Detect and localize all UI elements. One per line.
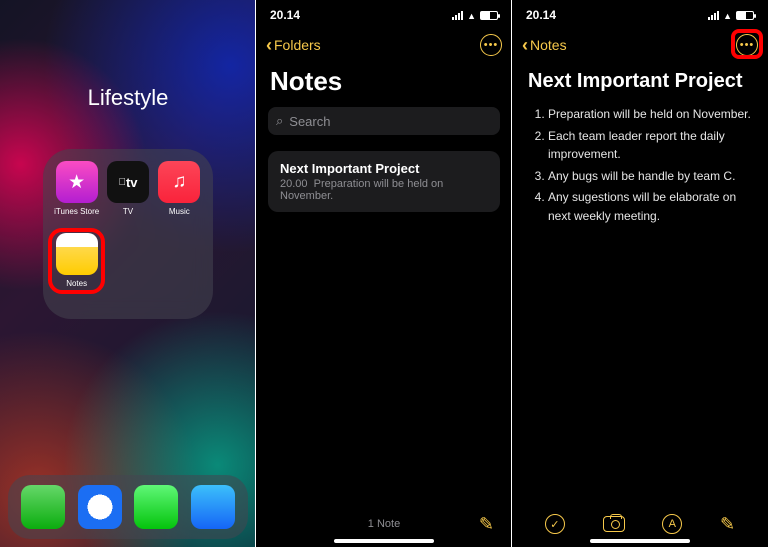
check-icon: ✓ — [550, 518, 559, 531]
app-itunes-store[interactable]: ★ iTunes Store — [53, 161, 100, 231]
battery-icon — [736, 11, 754, 20]
app-notes[interactable]: Notes — [53, 233, 100, 303]
app-label: TV — [123, 207, 133, 216]
dock — [8, 475, 248, 539]
folder-title: Lifestyle — [88, 85, 169, 111]
back-button[interactable]: ‹ Notes — [522, 36, 567, 54]
folder-container: ★ iTunes Store tv TV ♫ Music Notes — [43, 149, 213, 319]
note-list-item[interactable]: Next Important Project 20.00 Preparation… — [268, 151, 500, 212]
note-count: 1 Note — [368, 518, 400, 530]
markup-button[interactable]: A — [662, 514, 682, 534]
status-bar: 20.14 — [512, 0, 768, 30]
note-title: Next Important Project — [512, 60, 768, 105]
status-indicators — [452, 8, 498, 22]
safari-icon[interactable] — [78, 485, 122, 529]
messages-icon[interactable] — [134, 485, 178, 529]
back-button[interactable]: ‹ Folders — [266, 36, 321, 54]
status-indicators — [708, 8, 754, 22]
markup-icon: A — [669, 518, 676, 530]
home-indicator[interactable] — [590, 539, 690, 543]
compose-icon: ✎ — [479, 514, 494, 534]
checklist-button[interactable]: ✓ — [545, 514, 565, 534]
search-input[interactable]: ⌕ Search — [268, 107, 500, 135]
status-time: 20.14 — [270, 8, 300, 22]
nav-bar: ‹ Folders ••• — [256, 30, 512, 60]
notes-list-screen: 20.14 ‹ Folders ••• Notes ⌕ Search Next … — [256, 0, 512, 547]
note-list-item: Preparation will be held on November. — [548, 105, 752, 124]
cellular-icon — [452, 11, 463, 20]
note-body[interactable]: Preparation will be held on November. Ea… — [512, 105, 768, 226]
search-icon: ⌕ — [276, 113, 283, 129]
battery-icon — [480, 11, 498, 20]
note-list-item: Any sugestions will be elaborate on next… — [548, 188, 752, 225]
phone-icon[interactable] — [21, 485, 65, 529]
highlight-box — [731, 29, 763, 59]
search-placeholder: Search — [289, 114, 330, 129]
home-indicator[interactable] — [334, 539, 434, 543]
status-time: 20.14 — [526, 8, 556, 22]
note-item-subtitle: 20.00 Preparation will be held on Novemb… — [280, 178, 488, 202]
chevron-left-icon: ‹ — [266, 36, 272, 54]
home-folder-screen: Lifestyle ★ iTunes Store tv TV ♫ Music … — [0, 0, 256, 547]
tv-icon: tv — [107, 161, 149, 203]
page-title: Notes — [256, 60, 512, 107]
compose-button[interactable]: ✎ — [720, 514, 735, 535]
wifi-icon — [467, 8, 476, 22]
compose-button[interactable]: ✎ — [479, 514, 494, 535]
cellular-icon — [708, 11, 719, 20]
note-list-item: Any bugs will be handle by team C. — [548, 167, 752, 186]
nav-bar: ‹ Notes ••• — [512, 30, 768, 60]
app-label: Music — [169, 207, 190, 216]
note-item-title: Next Important Project — [280, 161, 488, 176]
more-button[interactable]: ••• — [480, 34, 502, 56]
app-music[interactable]: ♫ Music — [156, 161, 203, 231]
star-icon: ★ — [56, 161, 98, 203]
note-detail-screen: 20.14 ‹ Notes ••• Next Important Project… — [512, 0, 768, 547]
mail-icon[interactable] — [191, 485, 235, 529]
compose-icon: ✎ — [720, 514, 735, 534]
app-tv[interactable]: tv TV — [104, 161, 151, 231]
app-label: iTunes Store — [54, 207, 99, 216]
back-label: Notes — [530, 37, 567, 53]
notes-icon — [56, 233, 98, 275]
note-list-item: Each team leader report the daily improv… — [548, 127, 752, 164]
status-bar: 20.14 — [256, 0, 512, 30]
chevron-left-icon: ‹ — [522, 36, 528, 54]
note-list: Preparation will be held on November. Ea… — [530, 105, 752, 226]
ellipsis-icon: ••• — [484, 39, 499, 51]
camera-button[interactable] — [603, 516, 625, 532]
wifi-icon — [723, 8, 732, 22]
back-label: Folders — [274, 37, 321, 53]
music-note-icon: ♫ — [158, 161, 200, 203]
